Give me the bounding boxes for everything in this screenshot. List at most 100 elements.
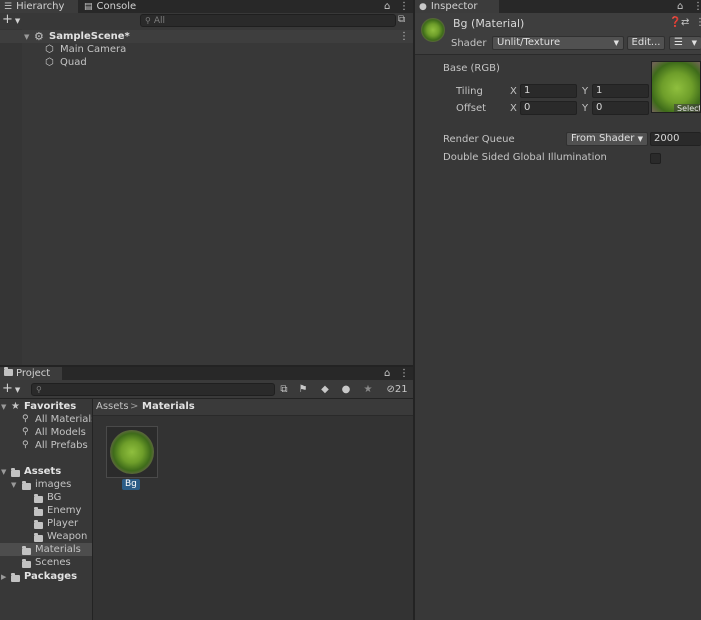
hierarchy-panel: ☰ Hierarchy ▤ Console ⌂ ⋮ + ▼ ⚲ All ⧉ ▼ ⚙ Sa… <box>0 0 413 365</box>
packages-row[interactable]: ▶ Packages <box>0 570 92 583</box>
tiling-y-field[interactable]: 1 <box>592 84 649 98</box>
panel-menu-icon[interactable]: ⋮ <box>399 0 409 13</box>
shader-options-dropdown[interactable]: ☰ ▼ <box>669 36 701 50</box>
tiling-y-label: Y <box>582 86 589 97</box>
breadcrumb-separator: > <box>130 401 139 412</box>
preset-icon[interactable]: ⇄ <box>681 17 689 28</box>
hierarchy-gutter <box>0 29 22 365</box>
offset-y-field[interactable]: 0 <box>592 101 649 115</box>
tiling-x-label: X <box>510 86 517 97</box>
folder-enemy[interactable]: Enemy <box>0 504 92 517</box>
folder-materials[interactable]: Materials <box>0 543 92 556</box>
texture-slot[interactable]: Select <box>651 61 701 113</box>
chevron-down-icon: ▼ <box>691 39 697 47</box>
scene-visibility-icon[interactable]: ⧉ <box>398 14 405 25</box>
project-tab-bar: Project ⌂ ⋮ <box>0 367 413 380</box>
lock-icon[interactable]: ⌂ <box>384 0 390 13</box>
scene-expand-arrow[interactable]: ▼ <box>24 30 32 44</box>
favorites-row[interactable]: ▼ ★ Favorites <box>0 400 92 413</box>
tab-inspector[interactable]: ● Inspector <box>415 0 499 13</box>
star-icon[interactable]: ★ <box>361 383 375 396</box>
hidden-packages-toggle[interactable]: ⊘21 <box>383 383 411 396</box>
folder-scenes[interactable]: Scenes <box>0 556 92 569</box>
gameobject-cube-icon: ⬡ <box>45 57 54 68</box>
folder-open-icon <box>11 468 20 477</box>
chevron-down-icon: ▼ <box>14 386 21 394</box>
asset-grid: Bg <box>93 416 413 620</box>
unity-scene-icon: ⚙ <box>34 30 44 43</box>
double-sided-gi-checkbox[interactable] <box>650 153 661 164</box>
lock-icon[interactable]: ⌂ <box>384 367 390 380</box>
folder-icon <box>34 533 43 542</box>
tiling-x-field[interactable]: 1 <box>520 84 577 98</box>
folder-icon <box>22 546 31 555</box>
folder-icon <box>4 367 13 376</box>
folder-images[interactable]: ▼ images <box>0 478 92 491</box>
favorite-item[interactable]: ⚲ All Materials <box>0 413 96 426</box>
search-icon: ⚲ <box>36 385 42 394</box>
material-preview-icon <box>421 18 445 42</box>
asset-name-label: Bg <box>122 479 140 490</box>
search-icon: ⚲ <box>22 427 29 437</box>
folder-icon <box>34 520 43 529</box>
search-icon: ⚲ <box>145 16 151 25</box>
chevron-down-icon: ▼ <box>613 39 619 47</box>
material-thumbnail-box <box>106 426 158 478</box>
material-sphere-icon <box>110 430 154 474</box>
folder-icon <box>11 573 20 582</box>
scene-menu-icon[interactable]: ⋮ <box>399 30 409 43</box>
render-queue-value-field[interactable]: 2000 <box>650 132 701 146</box>
render-queue-dropdown[interactable]: From Shader ▼ <box>566 132 648 146</box>
favorite-item[interactable]: ⚲ All Prefabs <box>0 439 92 452</box>
search-by-type-icon[interactable]: ⧉ <box>277 383 291 396</box>
hierarchy-search-input[interactable]: ⚲ All <box>140 14 396 27</box>
panel-menu-icon[interactable]: ⋮ <box>399 367 409 380</box>
favorite-item[interactable]: ⚲ All Models <box>0 426 92 439</box>
help-icon[interactable]: ❓ <box>669 17 681 28</box>
chevron-right-icon: ▶ <box>1 573 7 581</box>
breadcrumb-materials[interactable]: Materials <box>142 401 195 412</box>
offset-x-label: X <box>510 103 517 114</box>
add-button[interactable]: + ▼ <box>2 13 20 28</box>
asset-item-bg[interactable]: Bg <box>106 426 158 492</box>
offset-x-field[interactable]: 0 <box>520 101 577 115</box>
inspector-tab-bar: ● Inspector ⌂ ⋮ <box>415 0 701 13</box>
lock-icon[interactable]: ⌂ <box>677 0 683 13</box>
assets-row[interactable]: ▼ Assets <box>0 465 92 478</box>
chevron-down-icon: ▼ <box>14 17 21 25</box>
tab-project[interactable]: Project <box>0 367 62 380</box>
search-icon: ⚲ <box>22 440 29 450</box>
offset-label: Offset <box>456 103 487 114</box>
edit-shader-button[interactable]: Edit... <box>627 36 665 50</box>
hierarchy-tab-bar: ☰ Hierarchy ▤ Console ⌂ ⋮ <box>0 0 413 13</box>
chevron-down-icon: ▼ <box>637 135 643 143</box>
project-folder-tree: ▼ ★ Favorites ⚲ All Materials ⚲ All Mode… <box>0 399 96 620</box>
folder-bg[interactable]: BG <box>0 491 92 504</box>
add-asset-button[interactable]: + ▼ <box>2 382 20 397</box>
offset-y-label: Y <box>582 103 589 114</box>
project-search-input[interactable]: ⚲ <box>31 383 275 396</box>
star-icon: ★ <box>11 401 20 412</box>
breadcrumb-assets[interactable]: Assets <box>96 401 129 412</box>
folder-player[interactable]: Player <box>0 517 92 530</box>
component-menu-icon[interactable]: ⋮ <box>695 17 701 28</box>
shader-dropdown[interactable]: Unlit/Texture ▼ <box>492 36 624 50</box>
filter-label-icon[interactable]: ◆ <box>318 383 332 396</box>
hierarchy-item-main-camera[interactable]: ⬡ Main Camera <box>0 43 413 56</box>
inspector-title: Bg (Material) <box>453 17 525 30</box>
asset-breadcrumb-bar: Assets > Materials <box>93 399 413 416</box>
log-filter-icon[interactable]: ● <box>339 383 353 396</box>
hierarchy-item-quad[interactable]: ⬡ Quad <box>0 56 413 69</box>
tab-console[interactable]: ▤ Console <box>80 0 146 13</box>
folder-weapon[interactable]: Weapon <box>0 530 92 543</box>
hierarchy-toolbar: + ▼ ⚲ All ⧉ <box>0 13 413 29</box>
panel-menu-icon[interactable]: ⋮ <box>693 0 701 13</box>
base-rgb-label: Base (RGB) <box>443 63 500 74</box>
tiling-label: Tiling <box>456 86 483 97</box>
scene-row[interactable]: ▼ ⚙ SampleScene* ⋮ <box>0 30 413 43</box>
texture-select-button[interactable]: Select <box>674 104 700 112</box>
project-panel: Project ⌂ ⋮ + ▼ ⚲ ⧉ ⚑ ◆ ● ★ ⊘21 ▼ ★ Favor… <box>0 367 413 620</box>
render-queue-label: Render Queue <box>443 134 515 145</box>
project-toolbar: + ▼ ⚲ ⧉ ⚑ ◆ ● ★ ⊘21 <box>0 380 413 399</box>
filter-type-icon[interactable]: ⚑ <box>296 383 310 396</box>
